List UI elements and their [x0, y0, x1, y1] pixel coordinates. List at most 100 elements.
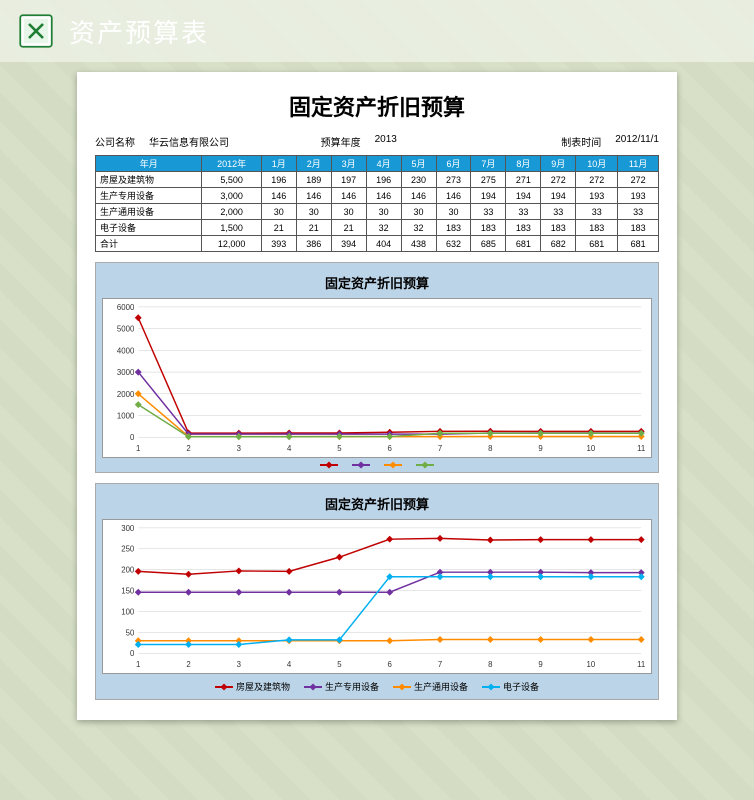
svg-text:6: 6	[388, 660, 393, 669]
table-cell: 183	[541, 220, 576, 236]
page-title: 资产预算表	[69, 13, 209, 50]
svg-text:2: 2	[186, 660, 190, 669]
legend-item: 生产通用设备	[393, 680, 468, 693]
chart-1: 固定资产折旧预算 0100020003000400050006000123456…	[95, 262, 659, 473]
table-cell: 272	[576, 172, 618, 188]
table-cell: 682	[541, 236, 576, 252]
chart-2: 固定资产折旧预算 0501001502002503001234567891011…	[95, 483, 659, 700]
year-label: 预算年度	[321, 134, 361, 149]
svg-text:4: 4	[287, 660, 292, 669]
table-cell: 32	[366, 220, 401, 236]
table-cell: 183	[436, 220, 471, 236]
svg-text:3000: 3000	[117, 368, 135, 377]
svg-text:11: 11	[637, 660, 645, 669]
chart-2-legend: 房屋及建筑物生产专用设备生产通用设备电子设备	[102, 680, 652, 693]
svg-text:11: 11	[637, 444, 645, 453]
table-cell: 194	[471, 188, 506, 204]
table-header: 7月	[471, 156, 506, 172]
table-cell: 21	[296, 220, 331, 236]
table-cell: 194	[541, 188, 576, 204]
svg-text:50: 50	[126, 628, 135, 637]
chart-1-title: 固定资产折旧预算	[102, 273, 652, 292]
table-cell: 271	[506, 172, 541, 188]
svg-text:7: 7	[438, 660, 442, 669]
svg-text:5: 5	[337, 444, 342, 453]
table-header: 11月	[618, 156, 659, 172]
table-cell: 30	[366, 204, 401, 220]
table-cell: 146	[401, 188, 436, 204]
svg-text:6000: 6000	[117, 303, 135, 312]
table-cell: 196	[261, 172, 296, 188]
svg-text:1000: 1000	[117, 411, 135, 420]
svg-text:10: 10	[587, 444, 596, 453]
table-cell: 681	[506, 236, 541, 252]
table-cell: 21	[331, 220, 366, 236]
table-row: 生产通用设备2,0003030303030303333333333	[96, 204, 659, 220]
table-cell: 272	[618, 172, 659, 188]
table-header: 1月	[261, 156, 296, 172]
table-cell: 30	[436, 204, 471, 220]
chart-1-legend	[102, 464, 652, 466]
table-cell: 273	[436, 172, 471, 188]
table-row: 房屋及建筑物5,50019618919719623027327527127227…	[96, 172, 659, 188]
table-cell: 3,000	[202, 188, 261, 204]
table-cell: 33	[576, 204, 618, 220]
svg-text:5: 5	[337, 660, 342, 669]
document-title: 固定资产折旧预算	[95, 90, 659, 122]
table-cell: 生产通用设备	[96, 204, 202, 220]
excel-icon	[15, 10, 57, 52]
header-bar: 资产预算表	[0, 0, 754, 62]
table-cell: 30	[401, 204, 436, 220]
svg-text:10: 10	[587, 660, 596, 669]
svg-text:9: 9	[538, 660, 542, 669]
svg-text:2: 2	[186, 444, 190, 453]
svg-text:3: 3	[237, 444, 242, 453]
legend-item: 电子设备	[482, 680, 539, 693]
table-header: 8月	[506, 156, 541, 172]
table-cell: 183	[506, 220, 541, 236]
svg-text:4: 4	[287, 444, 292, 453]
svg-text:8: 8	[488, 660, 493, 669]
table-cell: 146	[366, 188, 401, 204]
legend-item: 房屋及建筑物	[215, 680, 290, 693]
table-cell: 404	[366, 236, 401, 252]
table-cell: 183	[618, 220, 659, 236]
year-value: 2013	[375, 134, 397, 149]
table-cell: 394	[331, 236, 366, 252]
table-cell: 183	[576, 220, 618, 236]
svg-text:100: 100	[121, 607, 135, 616]
data-table: 年月2012年1月2月3月4月5月6月7月8月9月10月11月 房屋及建筑物5,…	[95, 155, 659, 252]
table-row: 合计12,00039338639440443863268568168268168…	[96, 236, 659, 252]
company-label: 公司名称	[95, 134, 135, 149]
table-cell: 生产专用设备	[96, 188, 202, 204]
table-header: 2012年	[202, 156, 261, 172]
svg-text:9: 9	[538, 444, 542, 453]
svg-text:150: 150	[121, 587, 135, 596]
table-cell: 33	[506, 204, 541, 220]
table-cell: 146	[331, 188, 366, 204]
svg-text:250: 250	[121, 545, 135, 554]
table-cell: 386	[296, 236, 331, 252]
table-cell: 189	[296, 172, 331, 188]
table-cell: 146	[296, 188, 331, 204]
table-header: 2月	[296, 156, 331, 172]
svg-text:0: 0	[130, 649, 135, 658]
table-cell: 32	[401, 220, 436, 236]
table-cell: 30	[261, 204, 296, 220]
table-header: 10月	[576, 156, 618, 172]
table-header: 5月	[401, 156, 436, 172]
table-header: 9月	[541, 156, 576, 172]
table-cell: 房屋及建筑物	[96, 172, 202, 188]
svg-text:7: 7	[438, 444, 442, 453]
svg-text:5000: 5000	[117, 325, 135, 334]
date-label: 制表时间	[561, 134, 601, 149]
svg-text:300: 300	[121, 524, 135, 533]
table-cell: 电子设备	[96, 220, 202, 236]
table-cell: 685	[471, 236, 506, 252]
svg-text:1: 1	[136, 444, 140, 453]
table-header: 4月	[366, 156, 401, 172]
table-cell: 12,000	[202, 236, 261, 252]
svg-text:3: 3	[237, 660, 242, 669]
table-header: 6月	[436, 156, 471, 172]
svg-text:2000: 2000	[117, 390, 135, 399]
